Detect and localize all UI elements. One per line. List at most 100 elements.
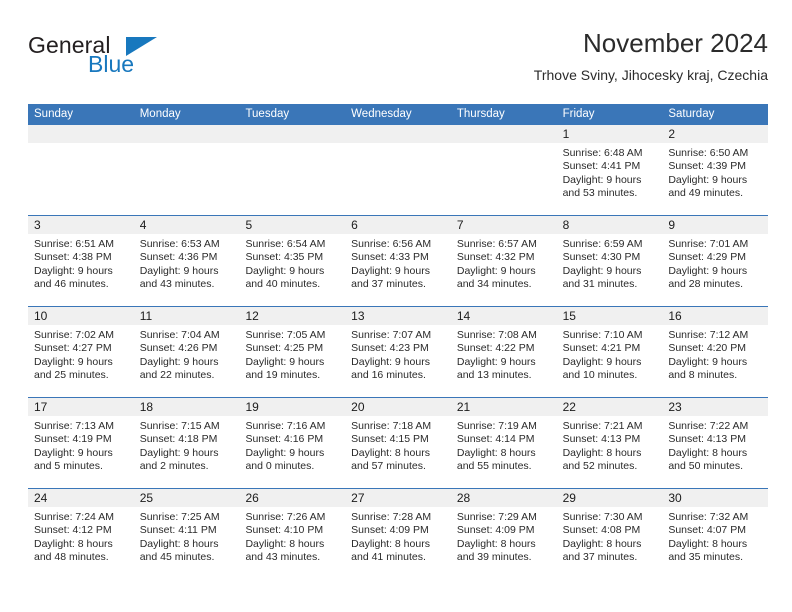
sunrise-text: Sunrise: 6:53 AM [139, 238, 220, 250]
sunset-text: Sunset: 4:18 PM [139, 433, 218, 446]
calendar-day-cell[interactable]: 14 Sunrise: 7:08 AM Sunset: 4:22 PM Dayligh… [450, 307, 557, 397]
day-details: Sunrise: 6:53 AM Sunset: 4:36 PM Daylight:… [134, 234, 240, 291]
calendar-day-cell[interactable]: 20 Sunrise: 7:18 AM Sunset: 4:15 PM Dayligh… [345, 398, 451, 488]
daylight-text-line1: Daylight: 9 hours [139, 355, 219, 368]
sunset-text: Sunset: 4:23 PM [351, 342, 429, 355]
calendar-weeks: 1 Sunrise: 6:48 AM Sunset: 4:41 PM Daylight… [28, 125, 769, 579]
day-number: 20 [345, 398, 451, 416]
daylight-text-line2: and 16 minutes. [351, 368, 426, 381]
day-number: 7 [450, 216, 557, 234]
day-number: 27 [345, 489, 451, 507]
daylight-text-line1: Daylight: 8 hours [351, 537, 430, 550]
calendar-day-cell[interactable]: 22 Sunrise: 7:21 AM Sunset: 4:13 PM Dayligh… [556, 398, 663, 488]
day-details: Sunrise: 6:59 AM Sunset: 4:30 PM Daylight:… [557, 234, 663, 291]
sunrise-text: Sunrise: 6:48 AM [562, 147, 643, 159]
day-details: Sunrise: 7:02 AM Sunset: 4:27 PM Daylight:… [28, 325, 134, 382]
calendar-day-cell[interactable]: 4 Sunrise: 6:53 AM Sunset: 4:36 PM Daylight… [133, 216, 240, 306]
day-number [450, 125, 557, 143]
sunset-text: Sunset: 4:38 PM [34, 251, 112, 264]
day-details: Sunrise: 7:08 AM Sunset: 4:22 PM Daylight:… [451, 325, 557, 382]
calendar-day-cell[interactable]: 25 Sunrise: 7:25 AM Sunset: 4:11 PM Dayligh… [133, 489, 240, 579]
day-number: 21 [450, 398, 557, 416]
calendar-day-cell[interactable]: 8 Sunrise: 6:59 AM Sunset: 4:30 PM Daylight… [556, 216, 663, 306]
daylight-text-line2: and 45 minutes. [139, 550, 215, 563]
calendar-day-cell[interactable]: 28 Sunrise: 7:29 AM Sunset: 4:09 PM Dayligh… [450, 489, 557, 579]
calendar-day-cell[interactable]: 13 Sunrise: 7:07 AM Sunset: 4:23 PM Dayligh… [345, 307, 451, 397]
calendar-day-cell[interactable]: 9 Sunrise: 7:01 AM Sunset: 4:29 PM Daylight… [662, 216, 769, 306]
day-details: Sunrise: 7:07 AM Sunset: 4:23 PM Daylight:… [345, 325, 451, 382]
calendar-day-cell[interactable]: 27 Sunrise: 7:28 AM Sunset: 4:09 PM Dayligh… [345, 489, 451, 579]
calendar-day-cell[interactable]: 5 Sunrise: 6:54 AM Sunset: 4:35 PM Daylight… [239, 216, 346, 306]
day-number [345, 125, 451, 143]
page-header: General Blue November 2024 Trhove Sviny,… [28, 28, 768, 98]
daylight-text-line1: Daylight: 8 hours [562, 537, 642, 550]
calendar-day-cell[interactable]: 1 Sunrise: 6:48 AM Sunset: 4:41 PM Daylight… [556, 125, 663, 215]
calendar-day-cell[interactable]: 19 Sunrise: 7:16 AM Sunset: 4:16 PM Dayligh… [239, 398, 346, 488]
day-details: Sunrise: 6:51 AM Sunset: 4:38 PM Daylight:… [28, 234, 134, 291]
sunrise-text: Sunrise: 7:08 AM [456, 329, 537, 341]
daylight-text-line2: and 8 minutes. [668, 368, 738, 381]
day-number: 28 [450, 489, 557, 507]
calendar-day-cell[interactable]: 6 Sunrise: 6:56 AM Sunset: 4:33 PM Daylight… [345, 216, 451, 306]
day-details: Sunrise: 7:15 AM Sunset: 4:18 PM Daylight:… [134, 416, 240, 473]
daylight-text-line2: and 28 minutes. [668, 277, 744, 290]
general-blue-logo[interactable]: General Blue [28, 34, 218, 92]
calendar-day-cell[interactable]: 30 Sunrise: 7:32 AM Sunset: 4:07 PM Dayligh… [662, 489, 769, 579]
daylight-text-line2: and 46 minutes. [34, 277, 109, 290]
sunset-text: Sunset: 4:36 PM [139, 251, 218, 264]
calendar-day-cell[interactable]: 29 Sunrise: 7:30 AM Sunset: 4:08 PM Dayligh… [556, 489, 663, 579]
calendar-day-cell[interactable]: 23 Sunrise: 7:22 AM Sunset: 4:13 PM Dayligh… [662, 398, 769, 488]
sunrise-text: Sunrise: 6:56 AM [351, 238, 432, 250]
weekday-header-saturday: Saturday [668, 108, 715, 120]
sunset-text: Sunset: 4:13 PM [668, 433, 746, 446]
calendar-day-cell[interactable]: 2 Sunrise: 6:50 AM Sunset: 4:39 PM Daylight… [662, 125, 769, 215]
sunrise-text: Sunrise: 7:25 AM [139, 511, 220, 523]
calendar-day-cell[interactable]: 17 Sunrise: 7:13 AM Sunset: 4:19 PM Dayligh… [28, 398, 134, 488]
calendar-week-row: 3 Sunrise: 6:51 AM Sunset: 4:38 PM Daylight… [28, 215, 769, 306]
day-details: Sunrise: 6:50 AM Sunset: 4:39 PM Daylight:… [662, 143, 768, 200]
weekday-header-tuesday: Tuesday [245, 108, 290, 120]
location-subtitle: Trhove Sviny, Jihocesky kraj, Czechia [533, 67, 768, 83]
calendar-day-cell[interactable]: 18 Sunrise: 7:15 AM Sunset: 4:18 PM Dayligh… [133, 398, 240, 488]
daylight-text-line1: Daylight: 9 hours [245, 446, 325, 459]
day-number: 12 [239, 307, 346, 325]
daylight-text-line2: and 53 minutes. [562, 186, 638, 199]
sunrise-text: Sunrise: 7:22 AM [668, 420, 749, 432]
day-details: Sunrise: 7:12 AM Sunset: 4:20 PM Daylight:… [662, 325, 768, 382]
calendar-day-cell[interactable]: 7 Sunrise: 6:57 AM Sunset: 4:32 PM Daylight… [450, 216, 557, 306]
day-details: Sunrise: 7:18 AM Sunset: 4:15 PM Daylight:… [345, 416, 451, 473]
day-details: Sunrise: 6:54 AM Sunset: 4:35 PM Daylight:… [239, 234, 345, 291]
daylight-text-line2: and 5 minutes. [34, 459, 103, 472]
day-number: 8 [556, 216, 663, 234]
daylight-text-line1: Daylight: 9 hours [562, 173, 642, 186]
daylight-text-line1: Daylight: 8 hours [245, 537, 325, 550]
daylight-text-line2: and 37 minutes. [351, 277, 426, 290]
day-details: Sunrise: 6:56 AM Sunset: 4:33 PM Daylight:… [345, 234, 451, 291]
day-number: 24 [28, 489, 134, 507]
calendar-day-cell[interactable]: 16 Sunrise: 7:12 AM Sunset: 4:20 PM Dayligh… [662, 307, 769, 397]
calendar-day-cell[interactable]: 3 Sunrise: 6:51 AM Sunset: 4:38 PM Daylight… [28, 216, 134, 306]
calendar-day-cell[interactable]: 10 Sunrise: 7:02 AM Sunset: 4:27 PM Dayligh… [28, 307, 134, 397]
day-number: 17 [28, 398, 134, 416]
calendar-day-cell[interactable]: 24 Sunrise: 7:24 AM Sunset: 4:12 PM Dayligh… [28, 489, 134, 579]
calendar-day-cell[interactable]: 15 Sunrise: 7:10 AM Sunset: 4:21 PM Dayligh… [556, 307, 663, 397]
calendar-day-cell-empty [133, 125, 240, 215]
daylight-text-line2: and 31 minutes. [562, 277, 638, 290]
sunset-text: Sunset: 4:30 PM [562, 251, 641, 264]
daylight-text-line1: Daylight: 9 hours [668, 355, 748, 368]
calendar-day-cell[interactable]: 21 Sunrise: 7:19 AM Sunset: 4:14 PM Dayligh… [450, 398, 557, 488]
daylight-text-line1: Daylight: 9 hours [351, 264, 430, 277]
calendar-day-cell[interactable]: 11 Sunrise: 7:04 AM Sunset: 4:26 PM Dayligh… [133, 307, 240, 397]
daylight-text-line2: and 50 minutes. [668, 459, 744, 472]
sunset-text: Sunset: 4:10 PM [245, 524, 324, 537]
day-details: Sunrise: 7:26 AM Sunset: 4:10 PM Daylight:… [239, 507, 345, 564]
day-details: Sunrise: 7:19 AM Sunset: 4:14 PM Daylight:… [451, 416, 557, 473]
calendar-day-cell[interactable]: 12 Sunrise: 7:05 AM Sunset: 4:25 PM Dayligh… [239, 307, 346, 397]
sunrise-text: Sunrise: 6:57 AM [456, 238, 537, 250]
day-number [28, 125, 134, 143]
day-details: Sunrise: 7:32 AM Sunset: 4:07 PM Daylight:… [662, 507, 768, 564]
calendar-day-cell[interactable]: 26 Sunrise: 7:26 AM Sunset: 4:10 PM Dayligh… [239, 489, 346, 579]
daylight-text-line2: and 48 minutes. [34, 550, 109, 563]
daylight-text-line1: Daylight: 8 hours [668, 446, 748, 459]
day-details: Sunrise: 7:25 AM Sunset: 4:11 PM Daylight:… [134, 507, 240, 564]
